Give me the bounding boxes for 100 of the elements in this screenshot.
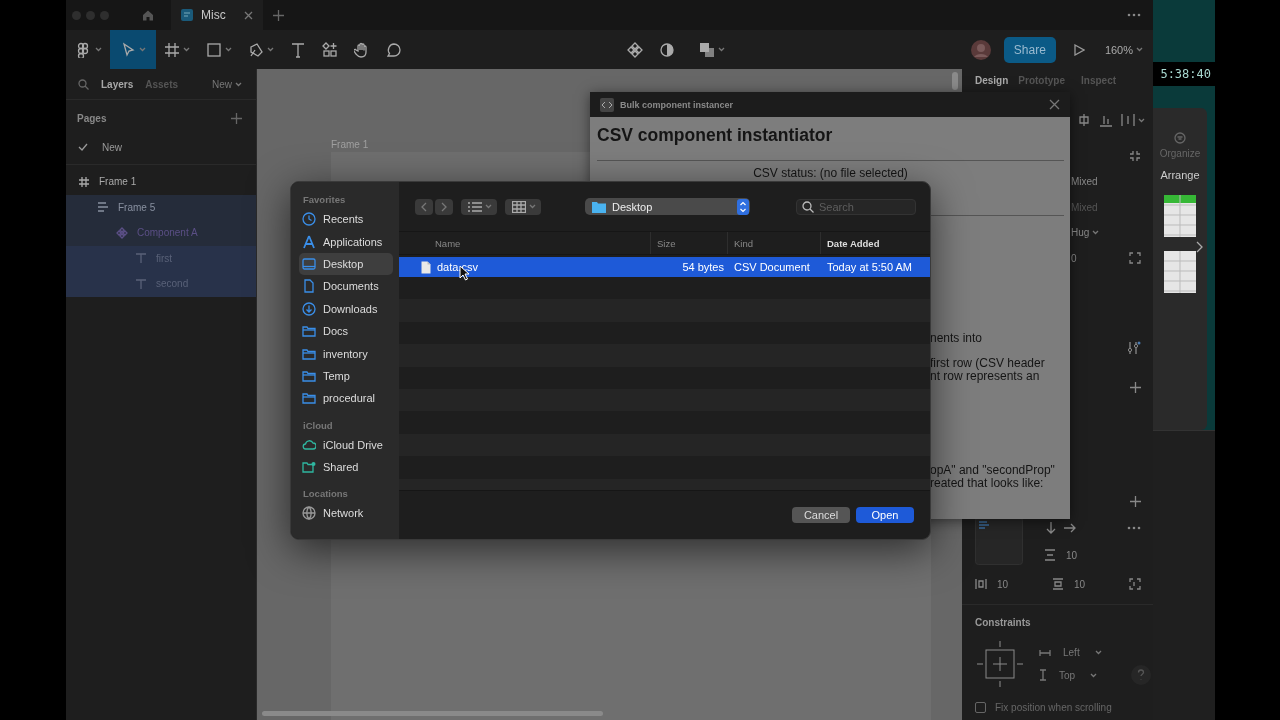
column-header[interactable]: Size	[651, 232, 728, 254]
arrow-right-icon[interactable]	[1064, 523, 1076, 533]
sidebar-item[interactable]: Downloads	[299, 297, 393, 320]
sidebar-item[interactable]: Docs	[299, 319, 393, 343]
list-view-button[interactable]	[461, 198, 497, 215]
clock-text: 5:38:40	[1153, 62, 1215, 86]
contrast-icon[interactable]	[658, 41, 675, 58]
zoom-menu[interactable]: 160%	[1104, 43, 1143, 56]
paragraph-text: first row (CSV header	[930, 357, 1046, 370]
page-item[interactable]: New	[66, 136, 256, 158]
value-field[interactable]: 10	[1074, 578, 1086, 590]
column-header[interactable]: Name	[399, 232, 651, 254]
layer-row[interactable]: Frame 1	[66, 169, 256, 195]
distribute-menu[interactable]	[1121, 113, 1145, 127]
scrollbar[interactable]	[262, 711, 603, 716]
sliders-icon[interactable]	[1127, 341, 1141, 355]
checkbox[interactable]	[975, 702, 986, 713]
text-layer-icon	[135, 252, 147, 265]
sidebar-item[interactable]: inventory	[299, 342, 393, 365]
alignment-grid-drawing[interactable]	[975, 517, 1023, 565]
sidebar-item[interactable]: Network	[299, 502, 393, 525]
value-field[interactable]: Mixed	[1071, 176, 1098, 188]
file-icon	[181, 9, 193, 21]
align-bottom-icon[interactable]	[1099, 113, 1113, 127]
share-button[interactable]: Share	[1003, 36, 1056, 63]
sidebar-item[interactable]: procedural	[299, 387, 393, 410]
fit-icon[interactable]	[1129, 252, 1141, 265]
add-page-icon[interactable]	[231, 112, 242, 124]
cancel-button[interactable]: Cancel	[792, 507, 850, 523]
spreadsheet-thumbnail-icon[interactable]	[1164, 195, 1196, 237]
frame-icon	[164, 41, 180, 58]
plus-icon[interactable]	[1130, 495, 1141, 507]
chevron-right-icon[interactable]	[1196, 241, 1204, 253]
more-icon[interactable]	[1127, 13, 1141, 17]
constraints-widget-drawing[interactable]	[975, 639, 1025, 689]
folder-icon	[302, 368, 316, 383]
home-icon[interactable]	[141, 8, 155, 22]
plus-icon[interactable]	[1130, 381, 1141, 393]
forward-button[interactable]	[435, 198, 453, 215]
panel-tab[interactable]: Layers	[101, 78, 134, 90]
monitor-icon	[302, 256, 316, 271]
sidebar-item[interactable]: Desktop	[299, 252, 393, 276]
align-middle-icon[interactable]	[1077, 113, 1091, 127]
sidebar-item[interactable]: iCloud Drive	[299, 433, 393, 456]
component-icon	[116, 226, 128, 239]
chevron-left-icon	[421, 201, 427, 212]
cloud-icon	[302, 437, 316, 452]
column-header[interactable]: Date Added	[821, 232, 930, 254]
window-title: Bulk component instancer	[620, 99, 734, 110]
caret-icon	[95, 47, 102, 52]
collapse-icon[interactable]	[1129, 150, 1141, 162]
column-header[interactable]: Kind	[728, 232, 821, 254]
arrow-down-icon[interactable]	[1046, 522, 1056, 534]
value-field[interactable]: 10	[997, 578, 1009, 590]
page-menu[interactable]: New	[212, 78, 242, 90]
caret-icon	[1138, 117, 1145, 123]
panel-item[interactable]: Arrange	[1160, 169, 1200, 181]
caret-icon	[225, 47, 232, 52]
more-icon[interactable]	[1127, 526, 1141, 530]
close-icon[interactable]	[1049, 99, 1060, 110]
layer-row[interactable]: Frame 5	[66, 194, 256, 220]
location-dropdown[interactable]: Desktop	[585, 198, 750, 215]
plugin-heading: CSV component instantiator	[597, 124, 834, 147]
file-name: data.csv	[437, 261, 478, 273]
caret-icon	[1092, 230, 1100, 236]
play-icon[interactable]	[1072, 43, 1085, 56]
file-tab[interactable]: Misc	[171, 0, 263, 30]
globe-icon	[302, 506, 316, 521]
plus-icon[interactable]	[272, 9, 284, 21]
close-icon[interactable]	[243, 10, 253, 20]
back-button[interactable]	[415, 198, 433, 215]
scrollbar[interactable]	[952, 72, 958, 90]
value-field[interactable]: 0	[1071, 252, 1077, 264]
component-icon[interactable]	[626, 41, 643, 58]
paragraph-text: nents into	[930, 332, 984, 345]
constraint-menu[interactable]: Left	[1039, 647, 1102, 658]
shared-folder-icon	[302, 460, 316, 475]
caret-icon	[717, 47, 725, 52]
panel-tab[interactable]: Design	[975, 75, 1009, 86]
spreadsheet-thumbnail-icon[interactable]	[1164, 251, 1196, 293]
sidebar-item[interactable]: Recents	[299, 208, 393, 231]
file-icon	[421, 260, 431, 274]
section-title: Locations	[303, 488, 349, 502]
value-field[interactable]: 10	[1066, 549, 1078, 561]
table-cell-text: CSV Document	[733, 261, 811, 273]
value-field[interactable]: Hug	[1071, 227, 1100, 239]
open-button[interactable]: Open	[856, 507, 914, 523]
folder-icon	[302, 346, 316, 361]
sidebar-item[interactable]: Shared	[299, 455, 393, 479]
constraint-menu[interactable]: Top	[1039, 669, 1102, 681]
avatar-icon[interactable]	[969, 38, 992, 61]
individual-padding-icon[interactable]	[1129, 578, 1141, 590]
checkbox-label[interactable]: Fix position when scrolling	[975, 702, 1141, 713]
search-icon[interactable]	[78, 78, 89, 90]
sidebar-item[interactable]: Documents	[299, 275, 393, 298]
sidebar-item[interactable]: Temp	[299, 364, 393, 388]
grid-view-button[interactable]	[505, 198, 541, 215]
sidebar-item[interactable]: Applications	[299, 230, 393, 253]
file-row[interactable]: data.csv 54 bytes CSV Document Today at 5:50 AM	[399, 257, 930, 277]
distribute-icon	[1121, 113, 1135, 127]
